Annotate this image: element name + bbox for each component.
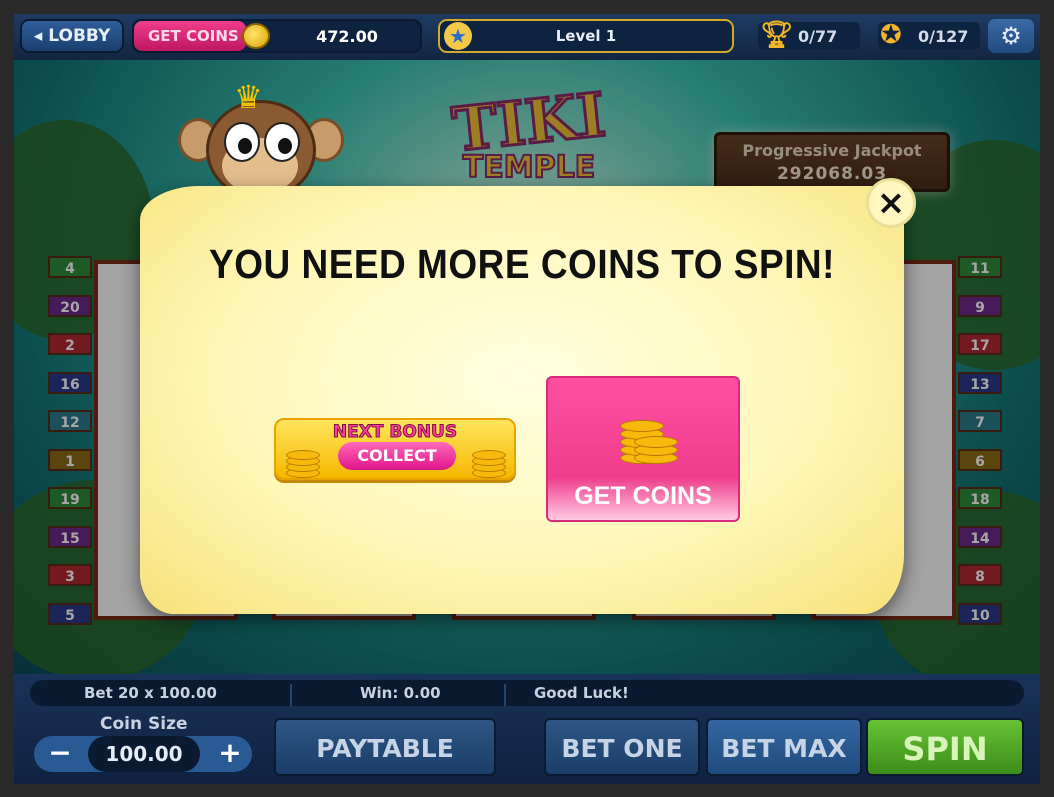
get-coins-top-button[interactable]: GET COINS: [134, 21, 246, 51]
bottom-controls: Bet 20 x 100.00 Win: 0.00 Good Luck! Coi…: [14, 674, 1040, 784]
back-arrow-icon: ◂: [33, 26, 43, 46]
close-button[interactable]: ×: [866, 178, 916, 228]
coin-size-increase-button[interactable]: +: [210, 736, 250, 772]
coin-size-decrease-button[interactable]: −: [40, 736, 80, 772]
win-info: Win: 0.00: [360, 684, 441, 702]
info-bar: Bet 20 x 100.00 Win: 0.00 Good Luck!: [30, 680, 1024, 706]
dialog-title: YOU NEED MORE COINS TO SPIN!: [209, 241, 835, 287]
trophy-count: 0/77: [798, 26, 838, 46]
medal-icon: ✪: [880, 20, 902, 50]
coin-balance-bar: GET COINS 472.00: [132, 19, 422, 53]
gear-icon: ⚙: [1000, 22, 1022, 50]
slot-game: ◂ LOBBY GET COINS 472.00 ★ Level 1 🏆︎ 0/…: [14, 14, 1040, 784]
next-bonus-label: NEXT BONUS: [332, 422, 458, 443]
spin-button[interactable]: SPIN: [866, 718, 1024, 776]
get-coins-button[interactable]: GET COINS: [546, 376, 740, 522]
collect-label: COLLECT: [338, 442, 456, 470]
achievement-count: 0/127: [918, 26, 969, 46]
bet-one-button[interactable]: BET ONE: [544, 718, 700, 776]
coin-stack-icon: [618, 416, 678, 466]
crown-icon: ♛: [234, 78, 263, 116]
level-label: Level 1: [555, 27, 617, 45]
coin-size-stepper: − 100.00 +: [34, 736, 252, 772]
status-message: Good Luck!: [534, 684, 629, 702]
coin-icon: [242, 23, 270, 49]
close-icon: ×: [876, 183, 906, 223]
lobby-label: LOBBY: [48, 26, 111, 46]
trophy-icon: 🏆︎: [760, 20, 794, 50]
top-bar: ◂ LOBBY GET COINS 472.00 ★ Level 1 🏆︎ 0/…: [14, 14, 1040, 60]
bet-max-button[interactable]: BET MAX: [706, 718, 862, 776]
get-coins-label: GET COINS: [574, 482, 712, 510]
paytable-button[interactable]: PAYTABLE: [274, 718, 496, 776]
insufficient-coins-dialog: YOU NEED MORE COINS TO SPIN! × NEXT BONU…: [140, 178, 916, 614]
coin-size-value: 100.00: [88, 736, 200, 772]
monkey-eye: [264, 122, 300, 162]
monkey-eye: [224, 122, 260, 162]
lobby-button[interactable]: ◂ LOBBY: [20, 19, 124, 53]
achievement-counter[interactable]: ✪ 0/127: [878, 20, 980, 50]
bet-info: Bet 20 x 100.00: [84, 684, 217, 702]
coin-size-label: Coin Size: [100, 714, 188, 734]
coin-balance: 472.00: [316, 26, 378, 46]
next-bonus-collect-button[interactable]: NEXT BONUS COLLECT: [274, 418, 516, 480]
level-bar: ★ Level 1: [438, 19, 734, 53]
star-icon: ★: [444, 22, 472, 50]
coin-stack-icon: [468, 446, 508, 478]
coin-stack-icon: [282, 446, 322, 478]
settings-button[interactable]: ⚙: [988, 19, 1034, 53]
trophy-counter[interactable]: 🏆︎ 0/77: [758, 20, 860, 50]
